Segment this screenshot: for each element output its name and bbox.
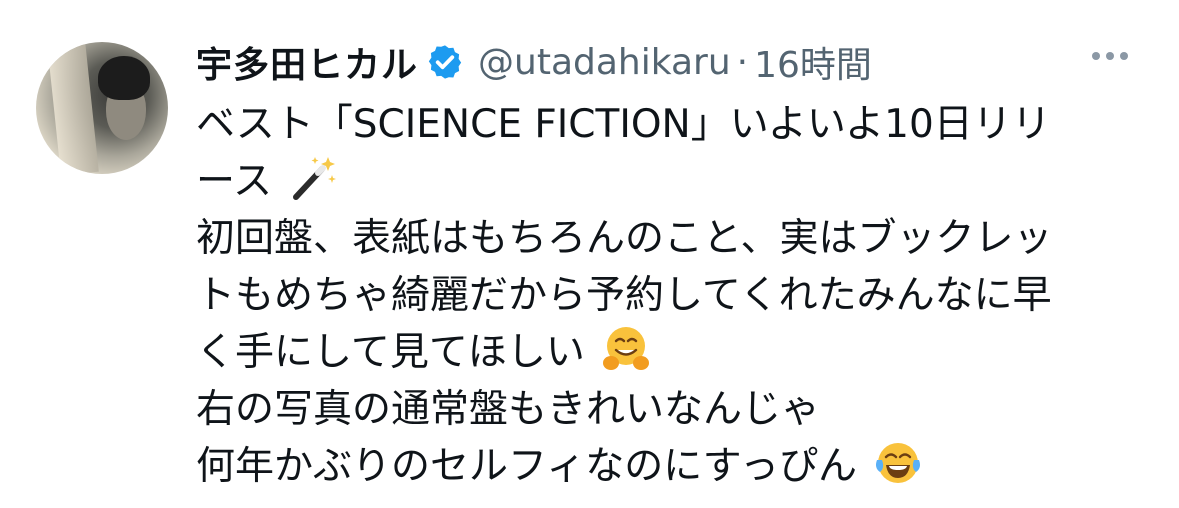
tweet-header: 宇多田ヒカル @utadahikaru · 16時間	[196, 40, 872, 87]
handle[interactable]: @utadahikaru	[478, 42, 731, 83]
tweet-text-line: く手にして見てほしい	[196, 324, 1156, 381]
tweet-text: ベスト「SCIENCE FICTION」いよいよ10日リリ ース 初回盤、表紙は…	[196, 96, 1156, 495]
tweet-text-line: 何年かぶりのセルフィなのにすっぴん	[196, 438, 1156, 495]
magic-wand-emoji	[293, 157, 337, 200]
avatar-photo-arm	[47, 42, 99, 174]
tweet-text-line-content: く手にして見てほしい	[196, 330, 585, 375]
tweet-text-line-content: 初回盤、表紙はもちろんのこと、実はブックレッ	[196, 216, 1053, 261]
ellipsis-dot	[1106, 52, 1114, 60]
tweet-text-line: ース	[196, 153, 1156, 210]
ellipsis-dot	[1092, 52, 1100, 60]
tweet-text-line-content: 右の写真の通常盤もきれいなんじゃ	[196, 387, 821, 432]
tweet-text-line-content: ベスト「SCIENCE FICTION」いよいよ10日リリ	[196, 102, 1051, 147]
next-line-cutoff	[196, 494, 1096, 508]
tweet[interactable]: 宇多田ヒカル @utadahikaru · 16時間 ベスト「SCIENCE F…	[0, 0, 1179, 508]
tweet-text-line: 初回盤、表紙はもちろんのこと、実はブックレッ	[196, 210, 1156, 267]
avatar-photo-hair	[98, 56, 150, 100]
hugging-face-emoji	[603, 327, 650, 370]
verified-badge-icon	[428, 45, 462, 79]
timestamp[interactable]: 16時間	[754, 36, 872, 88]
tweet-text-line: トもめちゃ綺麗だから予約してくれたみんなに早	[196, 267, 1156, 324]
tweet-text-line: ベスト「SCIENCE FICTION」いよいよ10日リリ	[196, 96, 1156, 153]
avatar[interactable]	[36, 42, 168, 174]
separator-dot: ·	[736, 41, 749, 83]
tweet-text-line-content: トもめちゃ綺麗だから予約してくれたみんなに早	[196, 273, 1052, 318]
ellipsis-dot	[1120, 52, 1128, 60]
display-name[interactable]: 宇多田ヒカル	[196, 36, 418, 88]
tweet-text-line: 右の写真の通常盤もきれいなんじゃ	[196, 381, 1156, 438]
face-with-tears-of-joy-emoji	[876, 443, 921, 483]
tweet-text-line-content: 何年かぶりのセルフィなのにすっぴん	[196, 444, 858, 489]
tweet-text-line-content: ース	[196, 159, 273, 204]
more-options-icon[interactable]	[1092, 52, 1128, 60]
